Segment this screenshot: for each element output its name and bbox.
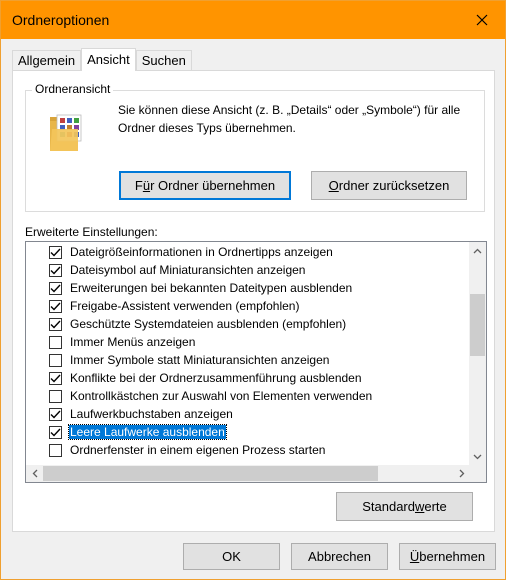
scroll-right-button[interactable] [453, 465, 470, 482]
setting-label: Kontrollkästchen zur Auswahl von Element… [70, 389, 373, 403]
check-icon [50, 410, 61, 419]
cancel-button[interactable]: Abbrechen [291, 543, 388, 570]
scroll-up-button[interactable] [469, 242, 486, 259]
setting-label: Erweiterungen bei bekannten Dateitypen a… [70, 281, 353, 295]
scrollbar-corner [469, 465, 486, 482]
setting-checkbox[interactable] [49, 299, 62, 313]
setting-checkbox[interactable] [49, 263, 62, 277]
setting-row[interactable]: Laufwerkbuchstaben anzeigen [26, 405, 454, 423]
title-bar: Ordneroptionen [1, 1, 505, 39]
setting-checkbox[interactable] [49, 443, 62, 457]
check-icon [50, 302, 61, 311]
setting-label: Ordnerfenster in einem eigenen Prozess s… [70, 443, 326, 457]
restore-defaults-button[interactable]: Standardwerte [336, 492, 473, 521]
setting-row[interactable]: Dateisymbol auf Miniaturansichten anzeig… [26, 261, 454, 279]
close-button[interactable] [459, 1, 505, 39]
check-icon [50, 374, 61, 383]
setting-checkbox[interactable] [49, 317, 62, 331]
ok-label: OK [222, 549, 241, 564]
setting-checkbox[interactable] [49, 281, 62, 295]
check-icon [50, 428, 61, 437]
close-icon [476, 14, 488, 26]
setting-row[interactable]: Kontrollkästchen zur Auswahl von Element… [26, 387, 454, 405]
setting-row[interactable]: Dateigrößeinformationen in Ordnertipps a… [26, 243, 454, 261]
vertical-scroll-thumb[interactable] [470, 294, 485, 356]
folder-options-dialog: Ordneroptionen Allgemein Ansicht Suchen … [0, 0, 506, 580]
check-icon [50, 320, 61, 329]
setting-checkbox[interactable] [49, 371, 62, 385]
folder-view-group: Ordneransicht Sie können diese Ansicht (… [25, 82, 485, 212]
tab-search[interactable]: Suchen [135, 50, 192, 71]
cancel-label: Abbrechen [308, 549, 371, 564]
setting-row[interactable]: Freigabe-Assistent verwenden (empfohlen) [26, 297, 454, 315]
setting-checkbox[interactable] [49, 407, 62, 421]
apply-label: Übernehmen [409, 549, 486, 564]
check-icon [50, 284, 61, 293]
folder-view-description: Sie können diese Ansicht (z. B. „Details… [118, 103, 461, 135]
view-tab-panel: Ordneransicht Sie können diese Ansicht (… [12, 70, 495, 532]
setting-row[interactable]: Immer Symbole statt Miniaturansichten an… [26, 351, 454, 369]
chevron-up-icon [473, 248, 482, 253]
chevron-right-icon [459, 469, 464, 478]
chevron-left-icon [32, 469, 37, 478]
vertical-scrollbar[interactable] [469, 242, 486, 465]
setting-checkbox[interactable] [49, 425, 62, 439]
setting-row[interactable]: Konflikte bei der Ordnerzusammenführung … [26, 369, 454, 387]
reset-folders-button[interactable]: Ordner zurücksetzen [311, 171, 467, 200]
setting-checkbox[interactable] [49, 389, 62, 403]
setting-label: Laufwerkbuchstaben anzeigen [70, 407, 233, 421]
setting-checkbox[interactable] [49, 353, 62, 367]
setting-row[interactable]: Immer Menüs anzeigen [26, 333, 454, 351]
setting-label: Freigabe-Assistent verwenden (empfohlen) [70, 299, 300, 313]
setting-label: Leere Laufwerke ausblenden [68, 424, 227, 440]
folder-view-legend: Ordneransicht [32, 82, 114, 96]
ok-button[interactable]: OK [183, 543, 280, 570]
apply-to-folders-label: Für Ordner übernehmen [134, 178, 276, 193]
setting-label: Immer Menüs anzeigen [70, 335, 196, 349]
advanced-settings-list[interactable]: Dateigrößeinformationen in Ordnertipps a… [25, 241, 487, 483]
setting-label: Geschützte Systemdateien ausblenden (emp… [70, 317, 347, 331]
tab-strip: Allgemein Ansicht Suchen [12, 48, 192, 71]
chevron-down-icon [473, 454, 482, 459]
window-title: Ordneroptionen [12, 12, 110, 28]
setting-checkbox[interactable] [49, 245, 62, 259]
setting-row[interactable]: Geschützte Systemdateien ausblenden (emp… [26, 315, 454, 333]
setting-row[interactable]: Erweiterungen bei bekannten Dateitypen a… [26, 279, 454, 297]
setting-checkbox[interactable] [49, 335, 62, 349]
setting-row[interactable]: Leere Laufwerke ausblenden [26, 423, 454, 441]
tab-general[interactable]: Allgemein [12, 50, 82, 71]
horizontal-scroll-thumb[interactable] [43, 466, 378, 481]
scroll-left-button[interactable] [26, 465, 43, 482]
tab-view[interactable]: Ansicht [81, 48, 136, 71]
setting-row[interactable]: Ordnerfenster in einem eigenen Prozess s… [26, 441, 454, 459]
scroll-down-button[interactable] [469, 448, 486, 465]
setting-label: Konflikte bei der Ordnerzusammenführung … [70, 371, 362, 385]
check-icon [50, 248, 61, 257]
setting-label: Immer Symbole statt Miniaturansichten an… [70, 353, 330, 367]
horizontal-scrollbar[interactable] [26, 465, 470, 482]
apply-to-folders-button[interactable]: Für Ordner übernehmen [119, 171, 291, 200]
setting-label: Dateigrößeinformationen in Ordnertipps a… [70, 245, 333, 259]
advanced-settings-rows: Dateigrößeinformationen in Ordnertipps a… [26, 243, 454, 459]
folder-icon [50, 114, 82, 151]
restore-defaults-label: Standardwerte [362, 499, 447, 514]
apply-button[interactable]: Übernehmen [399, 543, 496, 570]
setting-label: Dateisymbol auf Miniaturansichten anzeig… [70, 263, 306, 277]
check-icon [50, 266, 61, 275]
advanced-settings-label: Erweiterte Einstellungen: [25, 225, 158, 239]
reset-folders-label: Ordner zurücksetzen [328, 178, 450, 193]
